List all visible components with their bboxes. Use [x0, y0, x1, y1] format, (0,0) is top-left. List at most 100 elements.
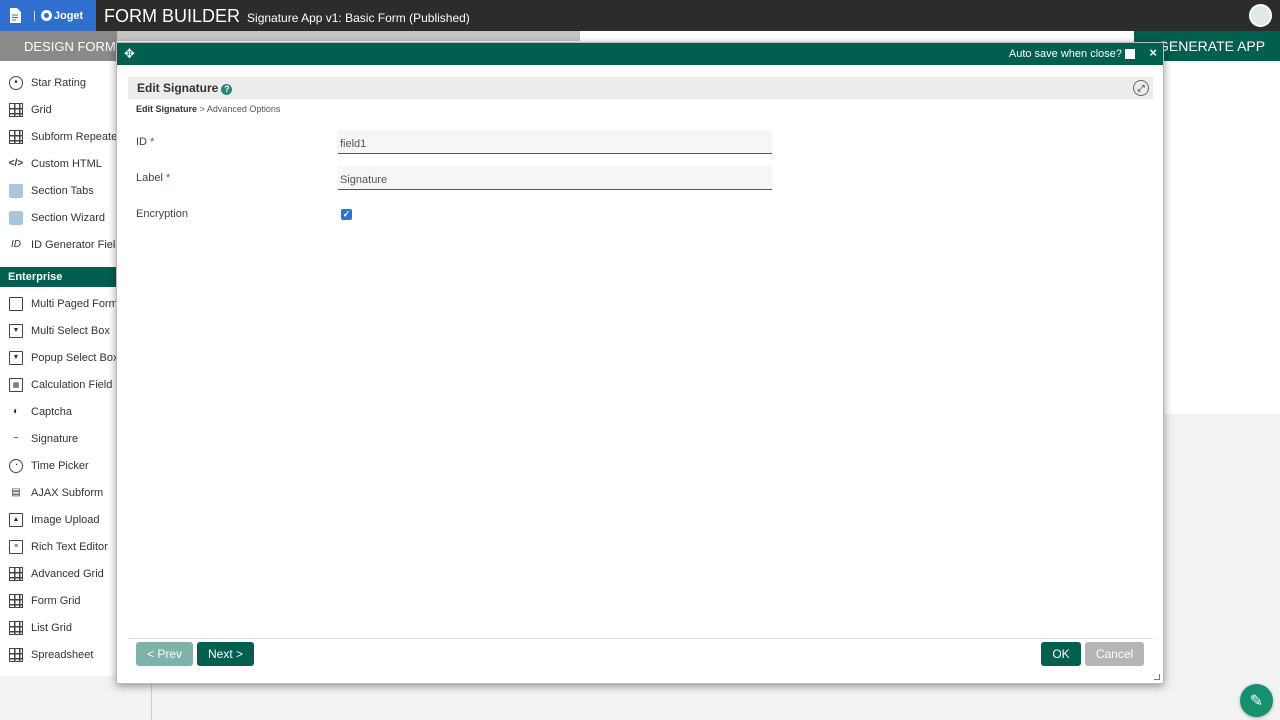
calculator-icon: ▦ [9, 377, 23, 392]
document-icon[interactable] [0, 0, 30, 31]
breadcrumb-separator: > [199, 104, 205, 114]
palette-item[interactable]: ▦ Calculation Field [0, 371, 116, 398]
palette-item[interactable]: List Grid [0, 614, 116, 641]
palette-item-label: Section Tabs [31, 184, 94, 197]
palette-item-label: Grid [31, 103, 52, 116]
palette-item[interactable]: Form Grid [0, 587, 116, 614]
image-icon: ▲ [9, 512, 23, 527]
resize-handle[interactable] [1154, 674, 1160, 680]
breadcrumb: Edit Signature > Advanced Options [136, 104, 280, 114]
palette-item[interactable]: ≡ Rich Text Editor [0, 533, 116, 560]
ok-button[interactable]: OK [1041, 642, 1081, 666]
clock-icon: ◔ [9, 458, 23, 473]
edit-signature-dialog: ✥ Auto save when close? × Edit Signature… [116, 42, 1164, 684]
close-icon[interactable]: × [1149, 45, 1157, 60]
panel-title: Edit Signature [137, 81, 219, 95]
palette-item[interactable]: ID ID Generator Field [0, 231, 116, 258]
palette-item-label: Section Wizard [31, 211, 105, 224]
code-icon: </> [8, 158, 24, 169]
signature-icon: ~ [13, 433, 19, 444]
palette-item[interactable]: ◔ Time Picker [0, 452, 116, 479]
grid-icon [9, 620, 23, 635]
pencil-icon: ✎ [1249, 692, 1264, 710]
joget-logo-icon [40, 10, 52, 21]
encryption-label: Encryption [136, 208, 188, 220]
label-label: Label * [136, 172, 170, 184]
palette-item[interactable]: • Star Rating [0, 69, 116, 96]
app-title: FORM BUILDER [104, 6, 241, 26]
palette-item-label: Calculation Field [31, 378, 113, 391]
palette-item-label: Captcha [31, 405, 72, 418]
id-label-text: ID [136, 136, 147, 148]
palette-item[interactable]: Subform Repeater [0, 123, 116, 150]
cancel-button[interactable]: Cancel [1085, 642, 1144, 666]
app-subtitle: Signature App v1: Basic Form (Published) [247, 11, 470, 25]
logo-text: Joget [53, 9, 84, 22]
required-mark: * [165, 172, 171, 184]
element-palette: • Star Rating Grid Subform Repeater </> Cu… [0, 61, 116, 676]
palette-item-label: Popup Select Box [31, 351, 116, 364]
palette-item[interactable]: ▼ Multi Select Box [0, 317, 116, 344]
palette-item-label: Multi Select Box [31, 324, 110, 337]
subform-repeater-icon [9, 129, 23, 144]
palette-item[interactable]: ▼ Popup Select Box [0, 344, 116, 371]
palette-item-label: Time Picker [31, 459, 89, 472]
encryption-checkbox[interactable]: ✓ [341, 209, 352, 220]
required-mark: * [150, 136, 155, 148]
expand-icon[interactable]: ⤢ [1133, 80, 1149, 96]
grid-icon [9, 593, 23, 608]
id-icon: ID [11, 239, 21, 250]
palette-item-label: ID Generator Field [31, 238, 116, 251]
palette-item-label: Signature [31, 432, 79, 445]
breadcrumb-current[interactable]: Edit Signature [136, 104, 197, 114]
encryption-row: Encryption ✓ [136, 202, 836, 226]
palette-item[interactable]: Spreadsheet [0, 641, 116, 668]
palette-section-enterprise: Enterprise [0, 267, 116, 287]
palette-item[interactable]: ▤ AJAX Subform [0, 479, 116, 506]
palette-item-label: Custom HTML [31, 157, 102, 170]
palette-item-label: Form Grid [31, 594, 81, 607]
id-field[interactable] [338, 130, 772, 154]
palette-item[interactable]: Section Tabs [0, 177, 116, 204]
palette-item-label: Spreadsheet [31, 648, 94, 661]
palette-item[interactable]: Multi Paged Form [0, 290, 116, 317]
palette-item-label: Image Upload [31, 513, 100, 526]
palette-item-label: Multi Paged Form [31, 297, 116, 310]
breadcrumb-next[interactable]: Advanced Options [207, 104, 281, 114]
palette-item[interactable]: </> Custom HTML [0, 150, 116, 177]
autosave-label: Auto save when close? [1008, 48, 1122, 60]
dialog-header[interactable]: ✥ Auto save when close? × [117, 43, 1163, 65]
palette-item-label: AJAX Subform [31, 486, 104, 499]
palette-item[interactable]: Grid [0, 96, 116, 123]
move-icon[interactable]: ✥ [124, 46, 135, 62]
section-tabs-icon [9, 183, 23, 198]
id-row: ID * [136, 130, 836, 154]
palette-item[interactable]: ◐ Captcha [0, 398, 116, 425]
autosave-toggle[interactable]: Auto save when close? [1009, 48, 1135, 60]
label-label-text: Label [136, 172, 163, 184]
prev-button[interactable]: < Prev [136, 642, 193, 666]
palette-item-label: Advanced Grid [31, 567, 104, 580]
label-row: Label * [136, 166, 836, 190]
help-icon[interactable]: ? [221, 83, 233, 95]
autosave-checkbox[interactable] [1125, 49, 1135, 59]
section-wizard-icon [9, 210, 23, 225]
multi-paged-form-icon [9, 296, 23, 311]
tab-design-form[interactable]: DESIGN FORM [0, 31, 117, 61]
rich-text-icon: ≡ [9, 539, 23, 554]
palette-item-label: List Grid [31, 621, 72, 634]
palette-item[interactable]: ▲ Image Upload [0, 506, 116, 533]
palette-item[interactable]: Section Wizard [0, 204, 116, 231]
select-box-icon: ▼ [9, 350, 23, 365]
joget-logo[interactable]: | Joget [30, 0, 96, 31]
label-field[interactable] [338, 166, 772, 190]
avatar[interactable] [1249, 4, 1272, 27]
palette-item[interactable]: ~ Signature [0, 425, 116, 452]
palette-item-label: Subform Repeater [31, 130, 116, 143]
grid-icon [9, 566, 23, 581]
next-button[interactable]: Next > [197, 642, 254, 666]
grid-icon [9, 102, 23, 117]
edit-fab-button[interactable]: ✎ [1240, 684, 1273, 717]
document-icon: ▤ [11, 487, 21, 498]
palette-item[interactable]: Advanced Grid [0, 560, 116, 587]
